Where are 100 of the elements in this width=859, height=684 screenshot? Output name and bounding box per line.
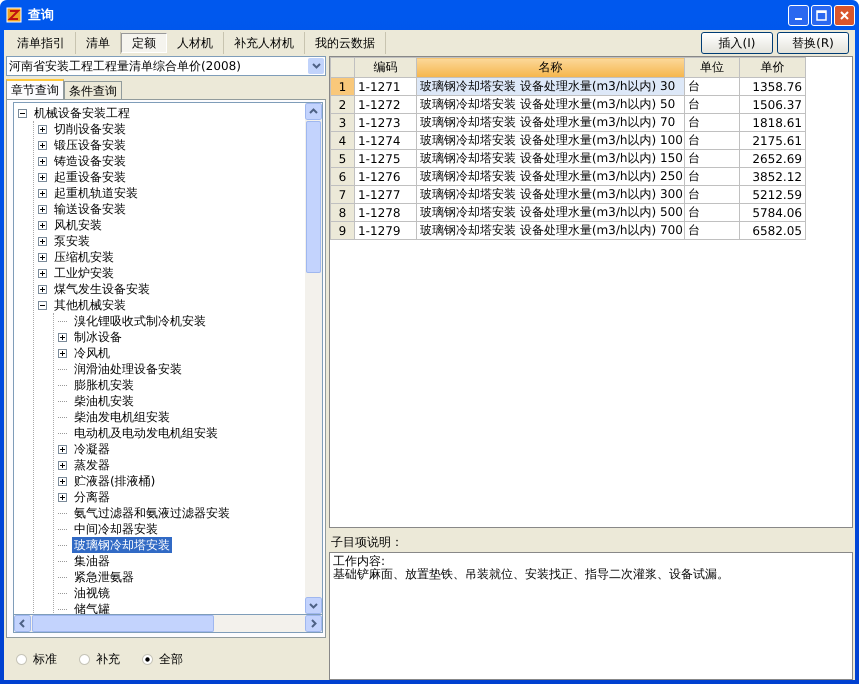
scroll-down-button[interactable]: [305, 597, 322, 614]
expand-icon[interactable]: [58, 444, 67, 454]
table-cell: 台: [684, 222, 740, 240]
expand-icon[interactable]: [58, 476, 67, 486]
column-header[interactable]: 单位: [684, 58, 740, 78]
expand-icon[interactable]: [58, 348, 67, 358]
row-number[interactable]: 2: [330, 96, 354, 114]
tab[interactable]: 补充人材机: [224, 32, 305, 54]
tab[interactable]: 我的云数据: [305, 32, 386, 54]
library-dropdown[interactable]: 河南省安装工程工程量清单综合单价(2008): [6, 56, 326, 76]
expand-icon[interactable]: [38, 188, 47, 198]
radio-option[interactable]: 补充: [79, 650, 120, 668]
expand-icon[interactable]: [38, 220, 47, 230]
expand-icon[interactable]: [38, 284, 47, 294]
table-cell: 玻璃钢冷却塔安装 设备处理水量(m3/h以内) 500: [416, 204, 684, 222]
table-cell: 台: [684, 150, 740, 168]
table-cell: 台: [684, 186, 740, 204]
maximize-button[interactable]: [811, 4, 832, 26]
tree-item[interactable]: 油视镜: [72, 585, 112, 601]
tree-item[interactable]: 泵安装: [52, 233, 92, 249]
scroll-up-button[interactable]: [305, 103, 322, 120]
tree-item[interactable]: 煤气发生设备安装: [52, 281, 152, 297]
tab[interactable]: 定额: [121, 33, 167, 53]
tree-item[interactable]: 贮液器(排液桶): [72, 473, 158, 489]
description-label: 子目项说明：: [330, 534, 404, 551]
table-cell: 1818.61: [740, 114, 806, 132]
tree-item[interactable]: 电动机及电动发电机组安装: [72, 425, 220, 441]
collapse-icon[interactable]: [38, 300, 47, 310]
tree-item[interactable]: 锻压设备安装: [52, 137, 128, 153]
table-cell: 1358.76: [740, 78, 806, 96]
tree-item[interactable]: 蒸发器: [72, 457, 112, 473]
tree-item[interactable]: 压缩机安装: [52, 249, 116, 265]
expand-icon[interactable]: [38, 124, 47, 134]
scroll-left-button[interactable]: [14, 615, 31, 632]
action-button[interactable]: 替换(R): [777, 32, 849, 54]
scrollbar-thumb[interactable]: [306, 121, 321, 273]
close-icon: [839, 10, 850, 20]
scrollbar-thumb[interactable]: [32, 615, 214, 632]
expand-icon[interactable]: [58, 460, 67, 470]
action-button[interactable]: 插入(I): [701, 32, 773, 54]
tab[interactable]: 人材机: [167, 32, 224, 54]
expand-icon[interactable]: [38, 156, 47, 166]
collapse-icon[interactable]: [18, 108, 27, 118]
column-header[interactable]: 编码: [354, 58, 416, 78]
table-cell: 玻璃钢冷却塔安装 设备处理水量(m3/h以内) 100: [416, 132, 684, 150]
tab[interactable]: 章节查询: [6, 79, 64, 99]
tree-item[interactable]: 玻璃钢冷却塔安装: [72, 537, 172, 553]
tree-item[interactable]: 膨胀机安装: [72, 377, 136, 393]
expand-icon[interactable]: [58, 492, 67, 502]
row-number[interactable]: 9: [330, 222, 354, 240]
tree-item[interactable]: 溴化锂吸收式制冷机安装: [72, 313, 208, 329]
tree-item[interactable]: 润滑油处理设备安装: [72, 361, 184, 377]
tree-item[interactable]: 风机安装: [52, 217, 104, 233]
tree-item[interactable]: 集油器: [72, 553, 112, 569]
tree-item[interactable]: 其他机械安装: [52, 297, 128, 313]
radio-option[interactable]: 全部: [142, 650, 183, 668]
tree-item[interactable]: 柴油机安装: [72, 393, 136, 409]
expand-icon[interactable]: [38, 252, 47, 262]
table-cell: 2652.69: [740, 150, 806, 168]
table-cell: 5212.59: [740, 186, 806, 204]
tree-item[interactable]: 起重设备安装: [52, 169, 128, 185]
tree-item[interactable]: 切削设备安装: [52, 121, 128, 137]
tree-item[interactable]: 分离器: [72, 489, 112, 505]
expand-icon[interactable]: [38, 268, 47, 278]
row-number[interactable]: 6: [330, 168, 354, 186]
tree-item[interactable]: 柴油发电机组安装: [72, 409, 172, 425]
row-number[interactable]: 7: [330, 186, 354, 204]
tree-item[interactable]: 工业炉安装: [52, 265, 116, 281]
expand-icon[interactable]: [38, 172, 47, 182]
tree-item[interactable]: 冷风机: [72, 345, 112, 361]
description-box: 工作内容: 基础铲麻面、放置垫铁、吊装就位、安装找正、指导二次灌浆、设备试漏。: [329, 552, 853, 680]
scroll-right-button[interactable]: [305, 615, 322, 632]
tree-item[interactable]: 制冰设备: [72, 329, 124, 345]
column-header[interactable]: 单价: [740, 58, 806, 78]
row-number[interactable]: 4: [330, 132, 354, 150]
tree-item[interactable]: 输送设备安装: [52, 201, 128, 217]
app-icon: [6, 7, 22, 23]
row-number[interactable]: 8: [330, 204, 354, 222]
tree-item[interactable]: 中间冷却器安装: [72, 521, 160, 537]
row-number[interactable]: 3: [330, 114, 354, 132]
radio-option[interactable]: 标准: [16, 650, 57, 668]
row-number[interactable]: 1: [330, 78, 354, 96]
row-number[interactable]: 5: [330, 150, 354, 168]
tree-item[interactable]: 紧急泄氨器: [72, 569, 136, 585]
tree-item[interactable]: 铸造设备安装: [52, 153, 128, 169]
close-button[interactable]: [834, 4, 855, 26]
tab[interactable]: 清单指引: [7, 32, 76, 54]
minimize-button[interactable]: [788, 4, 809, 26]
column-header[interactable]: 名称: [416, 58, 684, 78]
expand-icon[interactable]: [58, 332, 67, 342]
tree-item[interactable]: 氨气过滤器和氨液过滤器安装: [72, 505, 232, 521]
tree-item[interactable]: 机械设备安装工程: [32, 105, 132, 121]
table-cell: 3852.12: [740, 168, 806, 186]
table-cell: 1-1276: [354, 168, 416, 186]
expand-icon[interactable]: [38, 236, 47, 246]
tree-item[interactable]: 冷凝器: [72, 441, 112, 457]
tab[interactable]: 条件查询: [64, 81, 122, 99]
expand-icon[interactable]: [38, 204, 47, 214]
expand-icon[interactable]: [38, 140, 47, 150]
tree-item[interactable]: 起重机轨道安装: [52, 185, 140, 201]
